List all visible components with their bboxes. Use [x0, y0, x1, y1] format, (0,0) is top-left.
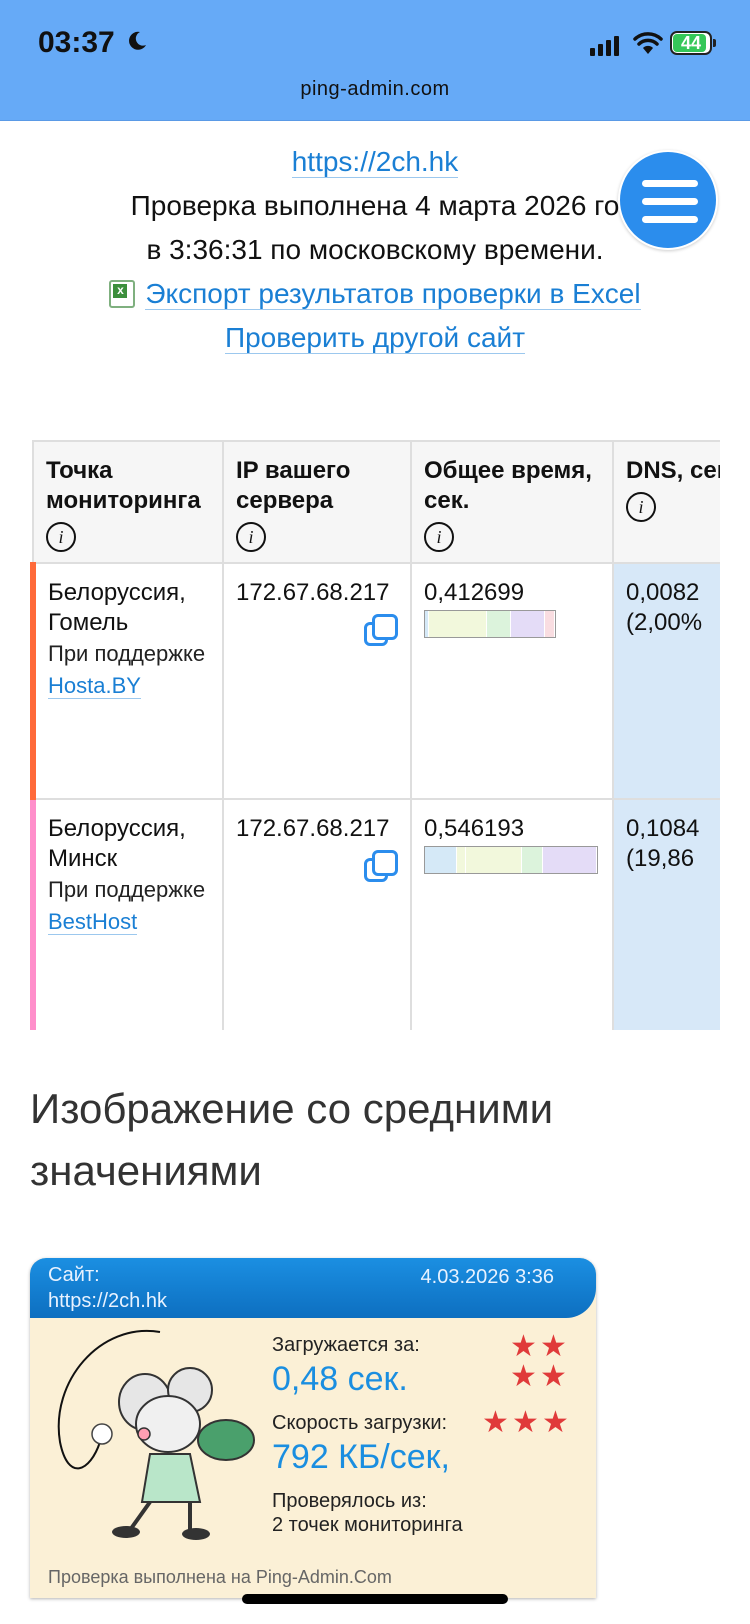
timing-bar-segment — [487, 611, 511, 637]
excel-icon — [109, 280, 136, 308]
card-footer: Проверка выполнена на Ping-Admin.Com — [48, 1567, 392, 1587]
header-dns: DNS, сек. i — [612, 440, 720, 564]
battery-tip — [713, 39, 716, 47]
site-url-link[interactable]: https://2ch.hk — [291, 146, 459, 178]
header-monitoring-point: Точка мониторинга i — [32, 440, 224, 564]
battery-icon: 44 — [670, 31, 712, 55]
mouse-mascot-icon — [57, 1329, 255, 1540]
sponsor-link[interactable]: Hosta.BY — [48, 673, 141, 699]
info-icon[interactable]: i — [626, 492, 656, 522]
menu-button[interactable] — [618, 150, 718, 250]
star-icon: ★ — [540, 1360, 567, 1393]
load-value: 0,48 сек. — [272, 1360, 408, 1398]
card-site: https://2ch.hk — [48, 1290, 167, 1312]
timing-bar-segment — [543, 847, 598, 873]
load-label: Загружается за: — [272, 1334, 420, 1356]
dns-value: 0,1084 — [626, 815, 700, 842]
checked-from-label: Проверялось из: — [272, 1490, 427, 1512]
ip-address: 172.67.68.217 — [236, 815, 390, 842]
sponsor-prefix: При поддержке — [48, 641, 206, 666]
total-time-cell: 0,412699 — [410, 562, 614, 800]
status-bar: 03:37 44 ping-admin.com — [0, 0, 750, 121]
card-body: Загружается за: 0,48 сек. Скорость загру… — [30, 1318, 596, 1598]
export-excel-link[interactable]: Экспорт результатов проверки в Excel — [145, 278, 641, 310]
table-row: Белоруссия, Минск При поддержке BestHost… — [30, 798, 720, 1030]
timing-bar-segment — [456, 847, 466, 873]
header-label: IP вашего сервера — [236, 457, 351, 514]
check-other-site-link[interactable]: Проверить другой сайт — [224, 322, 526, 354]
timing-bar-segment — [510, 611, 546, 637]
location-name: Белоруссия, Минск — [48, 815, 186, 872]
export-row: Экспорт результатов проверки в Excel — [0, 272, 750, 316]
star-icon: ★ — [482, 1406, 509, 1439]
info-icon[interactable]: i — [424, 522, 454, 552]
speed-value: 792 КБ/сек, — [272, 1438, 450, 1476]
results-table: Точка мониторинга i IP вашего сервера i … — [30, 440, 720, 1030]
ip-address: 172.67.68.217 — [236, 579, 390, 606]
star-icon: ★ — [540, 1330, 567, 1363]
battery-level: 44 — [680, 33, 702, 53]
timing-bar-segment — [545, 611, 555, 637]
location-cell: Белоруссия, Минск При поддержке BestHost — [30, 798, 224, 1030]
info-icon[interactable]: i — [46, 522, 76, 552]
table-row: Белоруссия, Гомель При поддержке Hosta.B… — [30, 562, 720, 800]
star-icon: ★ — [542, 1406, 569, 1439]
dns-percent: (2,00% — [626, 609, 703, 636]
timing-bar-segment — [428, 611, 487, 637]
timing-bar — [424, 610, 556, 638]
header-label: Точка мониторинга — [46, 457, 201, 514]
total-time-value: 0,412699 — [424, 579, 525, 606]
dns-percent: (19,86 — [626, 845, 695, 872]
ip-cell: 172.67.68.217 — [222, 562, 412, 800]
moon-icon — [129, 31, 146, 50]
header-total-time: Общее время, сек. i — [410, 440, 614, 564]
sponsor-link[interactable]: BestHost — [48, 909, 138, 935]
star-icon: ★ — [512, 1406, 539, 1439]
dns-value: 0,0082 — [626, 579, 700, 606]
location-name: Белоруссия, Гомель — [48, 579, 186, 636]
page-domain[interactable]: ping-admin.com — [0, 78, 750, 101]
status-time: 03:37 — [38, 26, 115, 59]
copy-icon[interactable] — [364, 614, 398, 648]
card-site-label: Сайт: — [48, 1264, 100, 1286]
ip-cell: 172.67.68.217 — [222, 798, 412, 1030]
dns-cell: 0,1084 (19,86 — [612, 798, 720, 1030]
speed-label: Скорость загрузки: — [272, 1412, 448, 1434]
results-table-container[interactable]: Точка мониторинга i IP вашего сервера i … — [30, 440, 720, 1030]
card-date: 4.03.2026 3:36 — [420, 1266, 554, 1288]
total-time-value: 0,546193 — [424, 815, 525, 842]
summary-image-card: Сайт: https://2ch.hk 4.03.2026 3:36 Загр… — [30, 1258, 596, 1598]
checked-from-value: 2 точек мониторинга — [272, 1514, 463, 1536]
sponsor-prefix: При поддержке — [48, 877, 206, 902]
header-label: DNS, сек. — [626, 457, 720, 484]
wifi-icon — [633, 32, 663, 54]
copy-icon[interactable] — [364, 850, 398, 884]
timing-bar-segment — [465, 847, 523, 873]
info-icon[interactable]: i — [236, 522, 266, 552]
star-icon: ★ — [510, 1360, 537, 1393]
header-label: Общее время, сек. — [424, 457, 592, 514]
header-server-ip: IP вашего сервера i — [222, 440, 412, 564]
star-icon: ★ — [510, 1330, 537, 1363]
table-header-row: Точка мониторинга i IP вашего сервера i … — [32, 440, 720, 564]
card-header: Сайт: https://2ch.hk 4.03.2026 3:36 — [30, 1258, 596, 1318]
location-cell: Белоруссия, Гомель При поддержке Hosta.B… — [30, 562, 224, 800]
home-indicator[interactable] — [242, 1594, 508, 1604]
section-heading: Изображение со средними значениями — [30, 1085, 554, 1194]
total-time-cell: 0,546193 — [410, 798, 614, 1030]
timing-bar — [424, 846, 598, 874]
timing-bar-segment — [522, 847, 544, 873]
dns-cell: 0,0082 (2,00% — [612, 562, 720, 800]
timing-bar-segment — [425, 847, 457, 873]
